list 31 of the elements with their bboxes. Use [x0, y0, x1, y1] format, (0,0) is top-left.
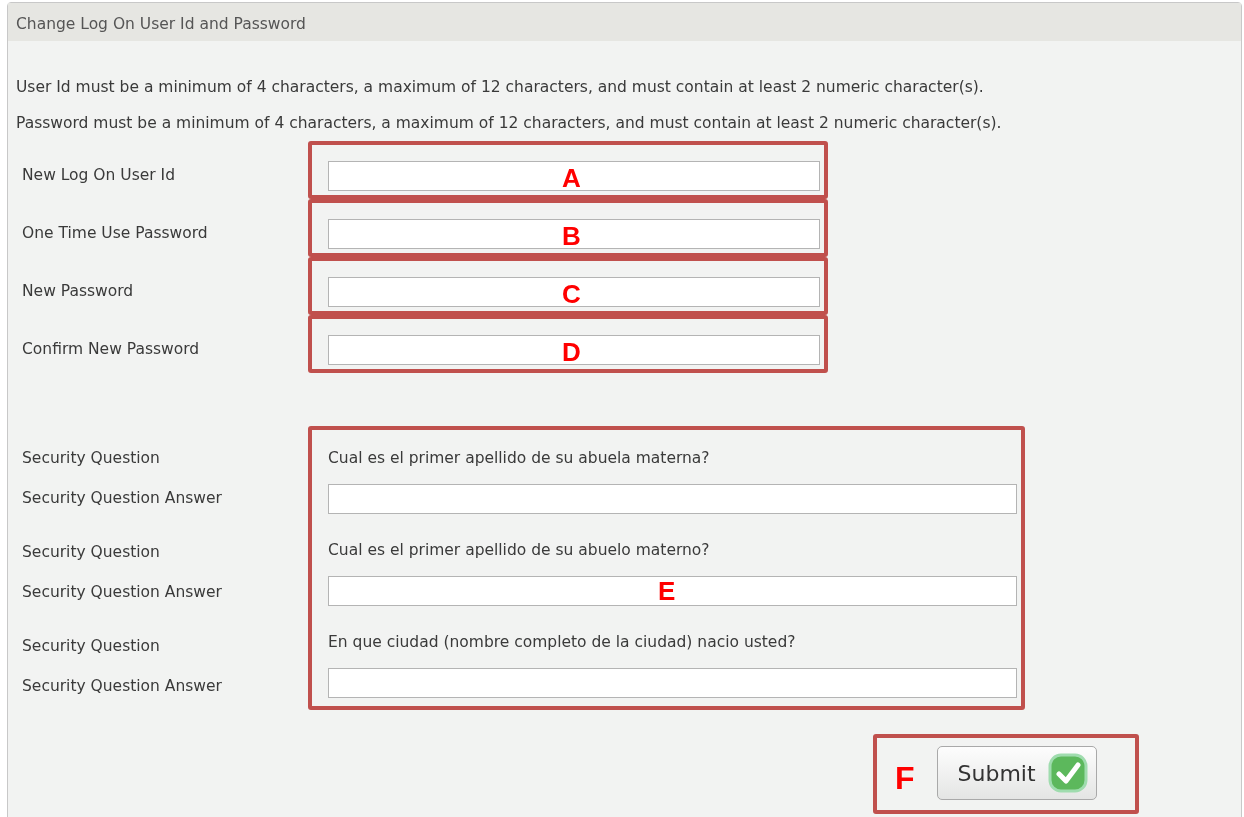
- annotation-letter: A: [562, 165, 581, 191]
- rule-text: Password must be a minimum of 4 characters, a maximum of 12 characters, and must contain at least 2 numeric character(s).: [16, 113, 1003, 134]
- field-label: One Time Use Password: [22, 223, 208, 245]
- field-label: Security Question: [22, 637, 160, 655]
- field-label: Security Question Answer: [22, 677, 222, 695]
- annotation-letter: E: [658, 578, 676, 604]
- annotation-letter: F: [895, 762, 915, 794]
- check-icon: [1047, 753, 1088, 793]
- annotation-letter: D: [562, 339, 581, 365]
- input-field[interactable]: [328, 161, 820, 191]
- field-label: Security Question: [22, 543, 160, 561]
- panel-title: Change Log On User Id and Password: [16, 15, 306, 33]
- field-label: Security Question: [22, 449, 160, 467]
- field-label: Security Question Answer: [22, 583, 222, 601]
- annotation-letter: C: [562, 281, 581, 307]
- security-question: En que ciudad (nombre completo de la ciudad) nacio usted?: [328, 632, 797, 653]
- field-label: New Log On User Id: [22, 165, 175, 187]
- input-field[interactable]: [328, 335, 820, 365]
- security-question: Cual es el primer apellido de su abuelo materno?: [328, 540, 711, 561]
- answer-field[interactable]: [328, 668, 1017, 698]
- field-label: Security Question Answer: [22, 489, 222, 507]
- input-field[interactable]: [328, 219, 820, 249]
- security-question: Cual es el primer apellido de su abuela materna?: [328, 448, 711, 469]
- field-label: Confirm New Password: [22, 339, 200, 361]
- submit-button[interactable]: Submit: [936, 746, 1097, 800]
- input-field[interactable]: [328, 277, 820, 307]
- answer-field[interactable]: [328, 576, 1017, 606]
- annotation-letter: B: [562, 223, 581, 249]
- field-label: New Password: [22, 281, 134, 303]
- answer-field[interactable]: [328, 484, 1017, 514]
- rule-text: User Id must be a minimum of 4 characters, a maximum of 12 characters, and must contain at least 2 numeric character(s).: [16, 77, 985, 98]
